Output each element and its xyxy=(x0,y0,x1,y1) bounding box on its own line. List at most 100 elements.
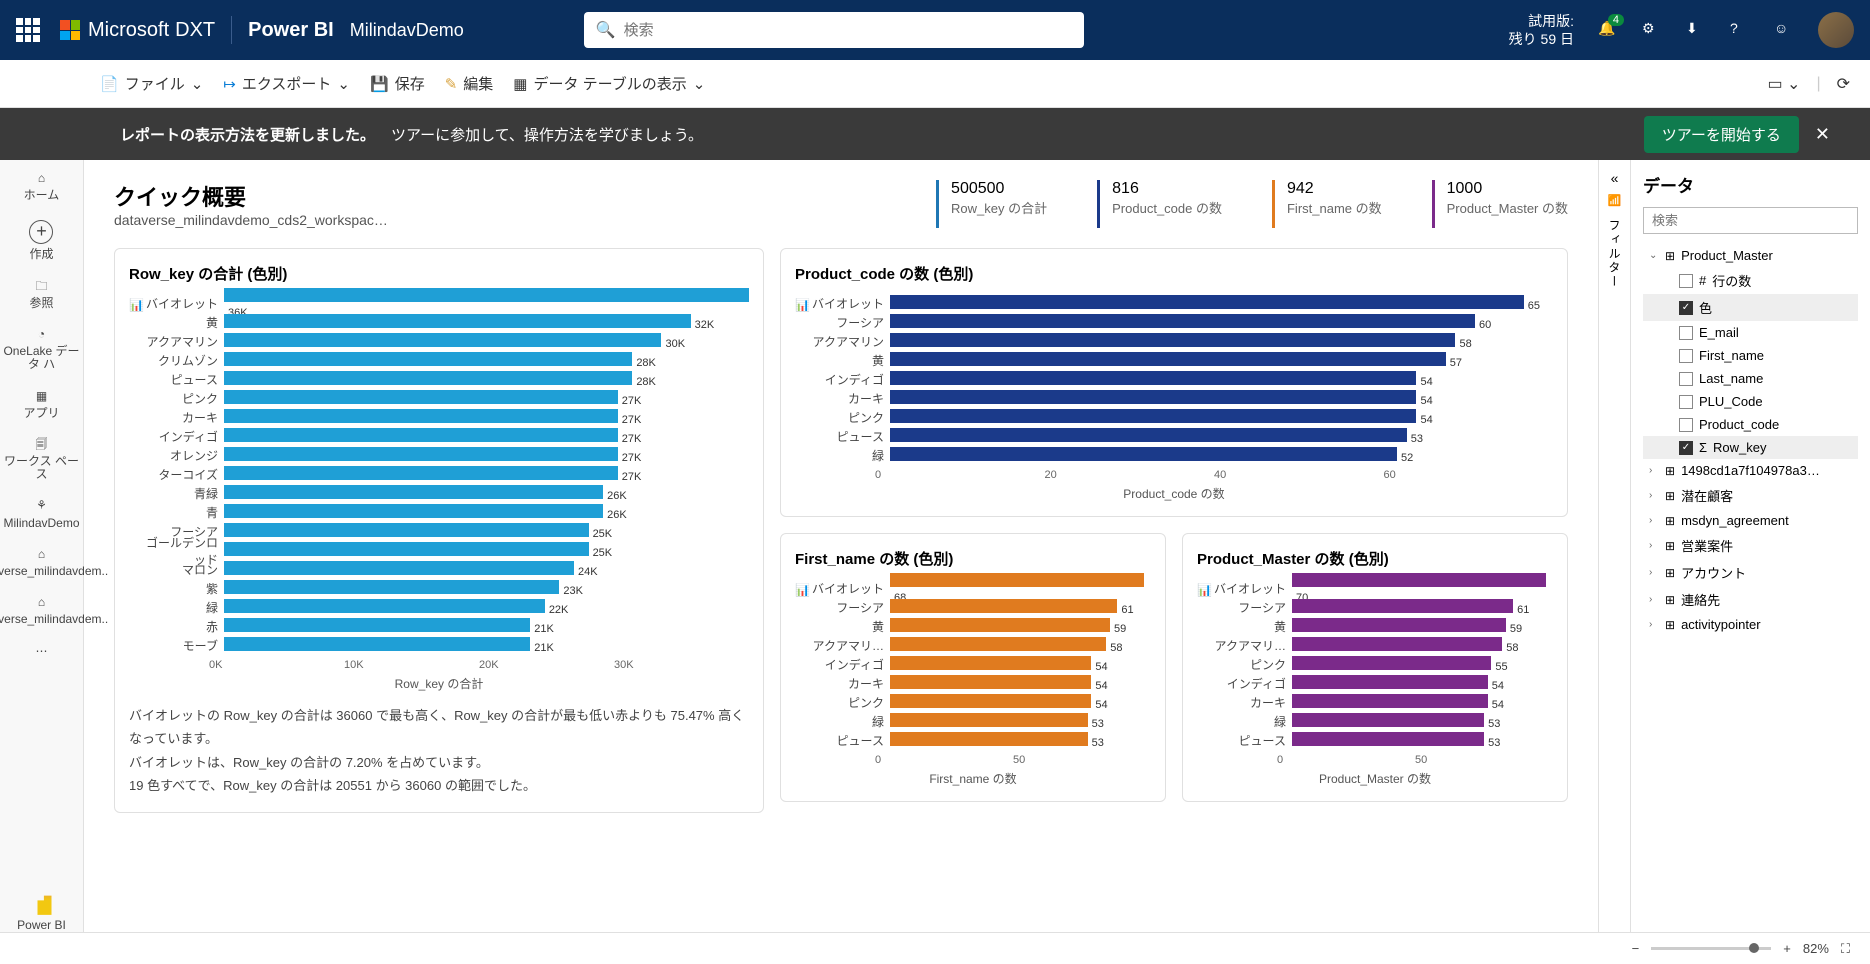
kpi[interactable]: 1000Product_Master の数 xyxy=(1432,180,1568,228)
filter-icon[interactable]: 📶 xyxy=(1608,194,1622,207)
checkbox[interactable] xyxy=(1679,395,1693,409)
nav-workspaces[interactable]: 🗐ワークス ペース xyxy=(0,438,83,482)
bar[interactable] xyxy=(890,314,1475,328)
table-node[interactable]: ›⊞潜在顧客 xyxy=(1643,482,1858,509)
bar[interactable] xyxy=(224,504,603,518)
bar[interactable] xyxy=(1292,675,1488,689)
bar[interactable] xyxy=(224,428,618,442)
field-item[interactable]: ✓ΣRow_key xyxy=(1643,436,1858,459)
data-table-button[interactable]: ▦データ テーブルの表示⌄ xyxy=(513,73,705,94)
bar[interactable] xyxy=(224,390,618,404)
nav-apps[interactable]: ▦アプリ xyxy=(23,390,59,420)
bar[interactable] xyxy=(890,637,1106,651)
bar[interactable] xyxy=(890,573,1144,587)
nav-onelake[interactable]: ◔OneLake データ ハ xyxy=(0,328,83,372)
save-button[interactable]: 💾保存 xyxy=(370,73,425,94)
bar[interactable] xyxy=(1292,599,1513,613)
chart-card-rowkey[interactable]: Row_key の合計 (色別) 📊 バイオレット36K黄32Kアクアマリン30… xyxy=(114,248,764,813)
table-node[interactable]: ›⊞activitypointer xyxy=(1643,613,1858,636)
nav-browse[interactable]: 🗀参照 xyxy=(29,280,53,310)
bar[interactable] xyxy=(224,409,618,423)
bar[interactable] xyxy=(1292,637,1502,651)
download-icon[interactable]: ⬇ xyxy=(1686,20,1706,40)
field-item[interactable]: E_mail xyxy=(1643,321,1858,344)
bar[interactable] xyxy=(224,637,530,651)
nav-create[interactable]: +作成 xyxy=(29,220,53,261)
zoom-slider[interactable] xyxy=(1651,947,1771,950)
bar[interactable] xyxy=(890,333,1456,347)
settings-icon[interactable]: ⚙ xyxy=(1642,20,1662,40)
chart-card-productcode[interactable]: Product_code の数 (色別) 📊 バイオレット65フーシア60アクア… xyxy=(780,248,1568,517)
nav-ws1[interactable]: ⚘MilindavDemo xyxy=(3,499,79,529)
bar[interactable] xyxy=(224,466,618,480)
search-input[interactable] xyxy=(624,22,1072,39)
field-item[interactable]: ✓色 xyxy=(1643,294,1858,321)
table-node[interactable]: ›⊞1498cd1a7f104978a3… xyxy=(1643,459,1858,482)
zoom-out-button[interactable]: − xyxy=(1632,941,1640,956)
global-search[interactable]: 🔍 xyxy=(584,12,1084,48)
kpi[interactable]: 500500Row_key の合計 xyxy=(936,180,1047,228)
checkbox[interactable] xyxy=(1679,274,1693,288)
notifications-icon[interactable]: 🔔4 xyxy=(1598,20,1618,40)
bar[interactable] xyxy=(890,295,1524,309)
insight-icon[interactable]: 📊 xyxy=(1197,583,1212,750)
workspace-name[interactable]: MilindavDemo xyxy=(350,20,464,41)
insight-icon[interactable]: 📊 xyxy=(129,298,144,655)
trial-info[interactable]: 試用版: 残り 59 日 xyxy=(1509,12,1574,48)
bar[interactable] xyxy=(1292,618,1506,632)
bar[interactable] xyxy=(1292,694,1488,708)
bar[interactable] xyxy=(890,732,1088,746)
table-node[interactable]: ›⊞営業案件 xyxy=(1643,532,1858,559)
bar[interactable] xyxy=(224,352,632,366)
chart-card-productmaster[interactable]: Product_Master の数 (色別) 📊 バイオレット70フーシア61黄… xyxy=(1182,533,1568,802)
edit-button[interactable]: ✎編集 xyxy=(445,73,494,94)
checkbox[interactable] xyxy=(1679,326,1693,340)
chart-card-firstname[interactable]: First_name の数 (色別) 📊 バイオレット68フーシア61黄59アク… xyxy=(780,533,1166,802)
checkbox[interactable] xyxy=(1679,349,1693,363)
table-node[interactable]: ›⊞アカウント xyxy=(1643,559,1858,586)
kpi[interactable]: 942First_name の数 xyxy=(1272,180,1382,228)
nav-more[interactable]: ⋯ xyxy=(36,645,48,658)
bar[interactable] xyxy=(890,371,1417,385)
nav-home[interactable]: ⌂ホーム xyxy=(24,172,60,202)
insight-icon[interactable]: 📊 xyxy=(795,583,810,750)
fit-to-page-icon[interactable]: ⛶ xyxy=(1841,941,1850,957)
user-avatar[interactable] xyxy=(1818,12,1854,48)
bar[interactable] xyxy=(1292,732,1484,746)
field-item[interactable]: Product_code xyxy=(1643,413,1858,436)
field-item[interactable]: First_name xyxy=(1643,344,1858,367)
file-menu[interactable]: 📄ファイル⌄ xyxy=(100,73,203,94)
checkbox[interactable] xyxy=(1679,418,1693,432)
bar[interactable] xyxy=(890,409,1417,423)
bar[interactable] xyxy=(224,447,618,461)
field-item[interactable]: Last_name xyxy=(1643,367,1858,390)
bar[interactable] xyxy=(224,485,603,499)
bar[interactable] xyxy=(224,599,545,613)
bar[interactable] xyxy=(890,428,1407,442)
expand-filters-icon[interactable]: « xyxy=(1611,170,1619,186)
table-node[interactable]: ⌄ ⊞ Product_Master xyxy=(1643,244,1858,267)
insight-icon[interactable]: 📊 xyxy=(795,298,810,465)
kpi[interactable]: 816Product_code の数 xyxy=(1097,180,1222,228)
bar[interactable] xyxy=(224,371,632,385)
table-node[interactable]: ›⊞連絡先 xyxy=(1643,586,1858,613)
bar[interactable] xyxy=(224,523,589,537)
help-icon[interactable]: ? xyxy=(1730,20,1750,40)
start-tour-button[interactable]: ツアーを開始する xyxy=(1644,116,1799,153)
checkbox[interactable] xyxy=(1679,372,1693,386)
table-node[interactable]: ›⊞msdyn_agreement xyxy=(1643,509,1858,532)
bar[interactable] xyxy=(890,694,1091,708)
bar[interactable] xyxy=(1292,573,1546,587)
bar[interactable] xyxy=(890,352,1446,366)
bar[interactable] xyxy=(224,333,662,347)
data-search-input[interactable] xyxy=(1643,207,1858,234)
checkbox[interactable]: ✓ xyxy=(1679,441,1693,455)
close-banner-icon[interactable]: ✕ xyxy=(1815,124,1830,145)
bar[interactable] xyxy=(1292,713,1484,727)
bar[interactable] xyxy=(224,314,691,328)
refresh-icon[interactable]: ⟳ xyxy=(1837,74,1850,94)
bar[interactable] xyxy=(1292,656,1491,670)
bar[interactable] xyxy=(890,599,1117,613)
report-canvas[interactable]: クイック概要 dataverse_milindavdemo_cds2_works… xyxy=(84,160,1598,932)
bar[interactable] xyxy=(890,656,1091,670)
